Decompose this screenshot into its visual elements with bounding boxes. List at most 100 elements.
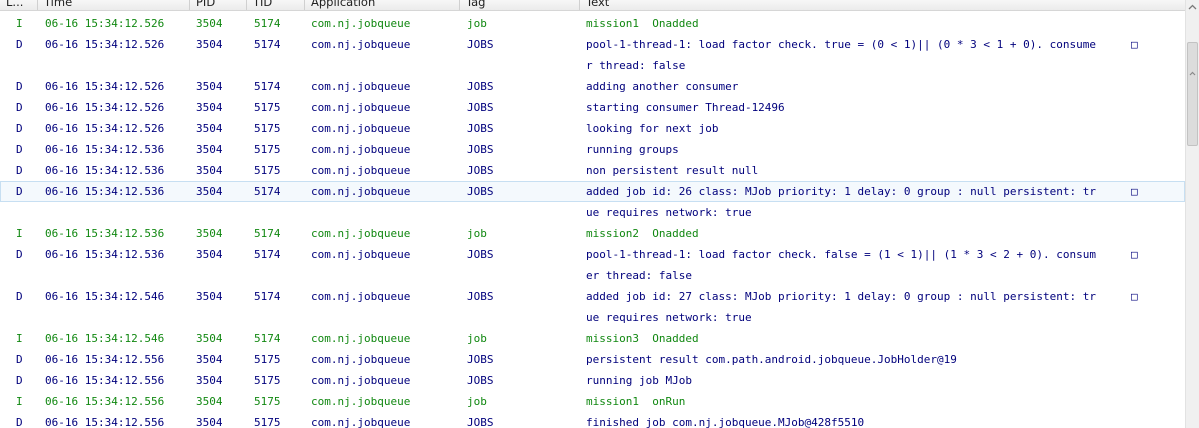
log-row[interactable]: D 06-16 15:34:12.536 3504 5174 com.nj.jobque… [0,181,1185,202]
log-level: D [16,416,23,428]
log-row-continuation[interactable]: ue requires network: true [0,202,1185,223]
log-tag: JOBS [467,353,494,366]
log-time [45,202,195,223]
log-tid: 5175 [254,395,281,408]
log-row[interactable]: I 06-16 15:34:12.546 3504 5174 com.nj.jobque… [0,328,1185,349]
column-header: L... Time PID TID Application Tag Text [0,0,1185,11]
line-wrap-icon: □ [1131,185,1138,198]
log-row[interactable]: I 06-16 15:34:12.556 3504 5175 com.nj.jobque… [0,391,1185,412]
log-tid: 5174 [254,185,281,198]
log-tid [254,265,304,286]
column-header-time[interactable]: Time [38,0,190,10]
log-text: r thread: false [586,59,686,72]
log-tag: JOBS [467,122,494,135]
log-tid: 5174 [254,290,281,303]
log-row[interactable]: I 06-16 15:34:12.536 3504 5174 com.nj.jobque… [0,223,1185,244]
log-tag: job [467,332,487,345]
log-tag: JOBS [467,416,494,428]
log-application: com.nj.jobqueue [311,80,411,93]
log-row[interactable]: I 06-16 15:34:12.526 3504 5174 com.nj.jobque… [0,13,1185,34]
log-tag: JOBS [467,374,494,387]
log-application: com.nj.jobqueue [311,332,411,345]
log-text: pool-1-thread-1: load factor check. fals… [586,248,1096,261]
log-table-body: I 06-16 15:34:12.526 3504 5174 com.nj.jobque… [0,13,1185,428]
line-wrap-icon: □ [1131,38,1138,51]
log-tag: JOBS [467,185,494,198]
scrollbar-thumb[interactable] [1187,42,1198,146]
log-row[interactable]: D 06-16 15:34:12.556 3504 5175 com.nj.jobque… [0,370,1185,391]
column-header-level[interactable]: L... [0,0,38,10]
log-row[interactable]: D 06-16 15:34:12.546 3504 5174 com.nj.jobque… [0,286,1185,307]
log-level: D [16,185,23,198]
log-row[interactable]: D 06-16 15:34:12.526 3504 5175 com.nj.jobque… [0,97,1185,118]
log-time: 06-16 15:34:12.526 [45,38,165,51]
log-application: com.nj.jobqueue [311,290,411,303]
log-text: mission2 Onadded [586,227,699,240]
log-tid: 5174 [254,332,281,345]
log-application [311,55,461,76]
log-tag: job [467,395,487,408]
log-time: 06-16 15:34:12.546 [45,332,165,345]
scroll-grip [1186,64,1199,84]
log-pid: 3504 [196,290,223,303]
log-application: com.nj.jobqueue [311,185,411,198]
log-application: com.nj.jobqueue [311,395,411,408]
column-header-tid[interactable]: TID [247,0,305,10]
column-header-tag[interactable]: Tag [460,0,580,10]
log-text: mission1 Onadded [586,17,699,30]
scroll-up-button[interactable] [1186,0,1199,14]
log-level: D [16,164,23,177]
log-row-continuation[interactable]: ue requires network: true [0,307,1185,328]
log-tid: 5174 [254,248,281,261]
log-pid: 3504 [196,101,223,114]
log-row-continuation[interactable]: er thread: false [0,265,1185,286]
column-header-pid[interactable]: PID [190,0,247,10]
log-application [311,202,461,223]
log-pid: 3504 [196,38,223,51]
log-tid: 5174 [254,17,281,30]
log-level [16,265,36,286]
log-pid: 3504 [196,353,223,366]
log-row[interactable]: D 06-16 15:34:12.556 3504 5175 com.nj.jobque… [0,412,1185,428]
log-row[interactable]: D 06-16 15:34:12.536 3504 5174 com.nj.jobque… [0,244,1185,265]
log-text: looking for next job [586,122,719,135]
log-text: ue requires network: true [586,206,752,219]
log-row[interactable]: D 06-16 15:34:12.526 3504 5174 com.nj.jobque… [0,34,1185,55]
log-text: ue requires network: true [586,311,752,324]
log-tag: JOBS [467,248,494,261]
log-tag: JOBS [467,80,494,93]
log-level: I [16,17,23,30]
log-application: com.nj.jobqueue [311,122,411,135]
log-row-continuation[interactable]: r thread: false [0,55,1185,76]
log-pid: 3504 [196,164,223,177]
log-level: D [16,122,23,135]
log-tag [467,265,577,286]
log-row[interactable]: D 06-16 15:34:12.526 3504 5175 com.nj.jobque… [0,118,1185,139]
log-tag [467,55,577,76]
log-time: 06-16 15:34:12.526 [45,17,165,30]
vertical-scrollbar[interactable] [1185,0,1199,428]
column-header-text[interactable]: Text [580,0,1185,10]
log-row[interactable]: D 06-16 15:34:12.536 3504 5175 com.nj.jobque… [0,139,1185,160]
log-time: 06-16 15:34:12.536 [45,143,165,156]
log-tid [254,55,304,76]
log-pid: 3504 [196,143,223,156]
log-row[interactable]: D 06-16 15:34:12.526 3504 5174 com.nj.jobque… [0,76,1185,97]
log-row[interactable]: D 06-16 15:34:12.536 3504 5175 com.nj.jobque… [0,160,1185,181]
log-text: added job id: 27 class: MJob priority: 1… [586,290,1096,303]
logcat-panel: L... Time PID TID Application Tag Text I… [0,0,1199,428]
log-pid: 3504 [196,332,223,345]
log-level [16,307,36,328]
log-tag: job [467,227,487,240]
log-pid: 3504 [196,122,223,135]
log-tag: JOBS [467,290,494,303]
log-row[interactable]: D 06-16 15:34:12.556 3504 5175 com.nj.jobque… [0,349,1185,370]
log-text: running groups [586,143,679,156]
log-pid: 3504 [196,227,223,240]
log-application: com.nj.jobqueue [311,248,411,261]
log-time: 06-16 15:34:12.556 [45,353,165,366]
log-level [16,55,36,76]
log-tag: JOBS [467,164,494,177]
log-application [311,307,461,328]
column-header-application[interactable]: Application [305,0,460,10]
